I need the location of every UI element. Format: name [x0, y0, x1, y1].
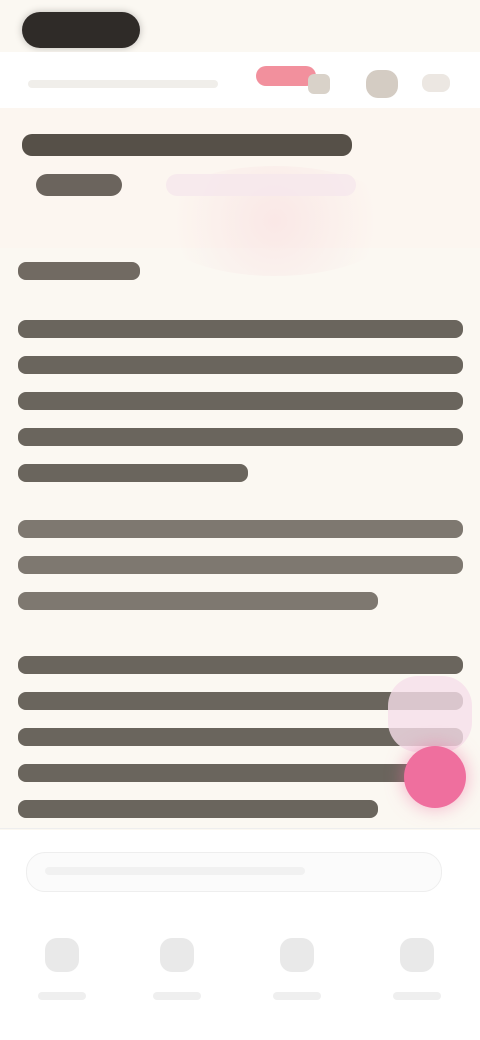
- gear-icon[interactable]: [366, 70, 398, 98]
- paragraph-line: [18, 320, 463, 338]
- nav-profile[interactable]: [375, 938, 459, 1022]
- section-label: [18, 262, 140, 280]
- fab-glow: [388, 676, 472, 752]
- app-screen: [0, 0, 480, 1040]
- paragraph-line: [18, 764, 463, 782]
- home-icon: [45, 938, 79, 972]
- paragraph-line: [18, 520, 463, 538]
- top-bar: [0, 52, 480, 108]
- bottom-nav: [0, 916, 480, 1040]
- nav-label: [273, 992, 321, 1000]
- status-pill: [22, 12, 140, 48]
- nav-label: [393, 992, 441, 1000]
- compose-placeholder: [45, 867, 305, 875]
- paragraph-line: [18, 592, 378, 610]
- badge-dot: [308, 74, 330, 94]
- hero-tag: [36, 174, 122, 196]
- paragraph-line: [18, 392, 463, 410]
- divider: [0, 828, 480, 829]
- paragraph-line: [18, 800, 378, 818]
- search-icon: [160, 938, 194, 972]
- hero-tag-faint: [166, 174, 356, 196]
- compose-bar: [0, 830, 480, 916]
- nav-label: [153, 992, 201, 1000]
- hero-card: [0, 108, 480, 276]
- hero-title: [22, 134, 352, 156]
- more-icon[interactable]: [422, 74, 450, 92]
- nav-chat[interactable]: [255, 938, 339, 1022]
- nav-search[interactable]: [135, 938, 219, 1022]
- paragraph-line: [18, 656, 463, 674]
- paragraph-line: [18, 428, 463, 446]
- nav-label: [38, 992, 86, 1000]
- add-icon[interactable]: [404, 746, 466, 808]
- header-title: [28, 80, 218, 88]
- profile-icon: [400, 938, 434, 972]
- nav-home[interactable]: [20, 938, 104, 1022]
- status-badge: [256, 66, 316, 86]
- paragraph-line: [18, 356, 463, 374]
- chat-icon: [280, 938, 314, 972]
- paragraph-line: [18, 464, 248, 482]
- compose-input[interactable]: [26, 852, 442, 892]
- paragraph-line: [18, 556, 463, 574]
